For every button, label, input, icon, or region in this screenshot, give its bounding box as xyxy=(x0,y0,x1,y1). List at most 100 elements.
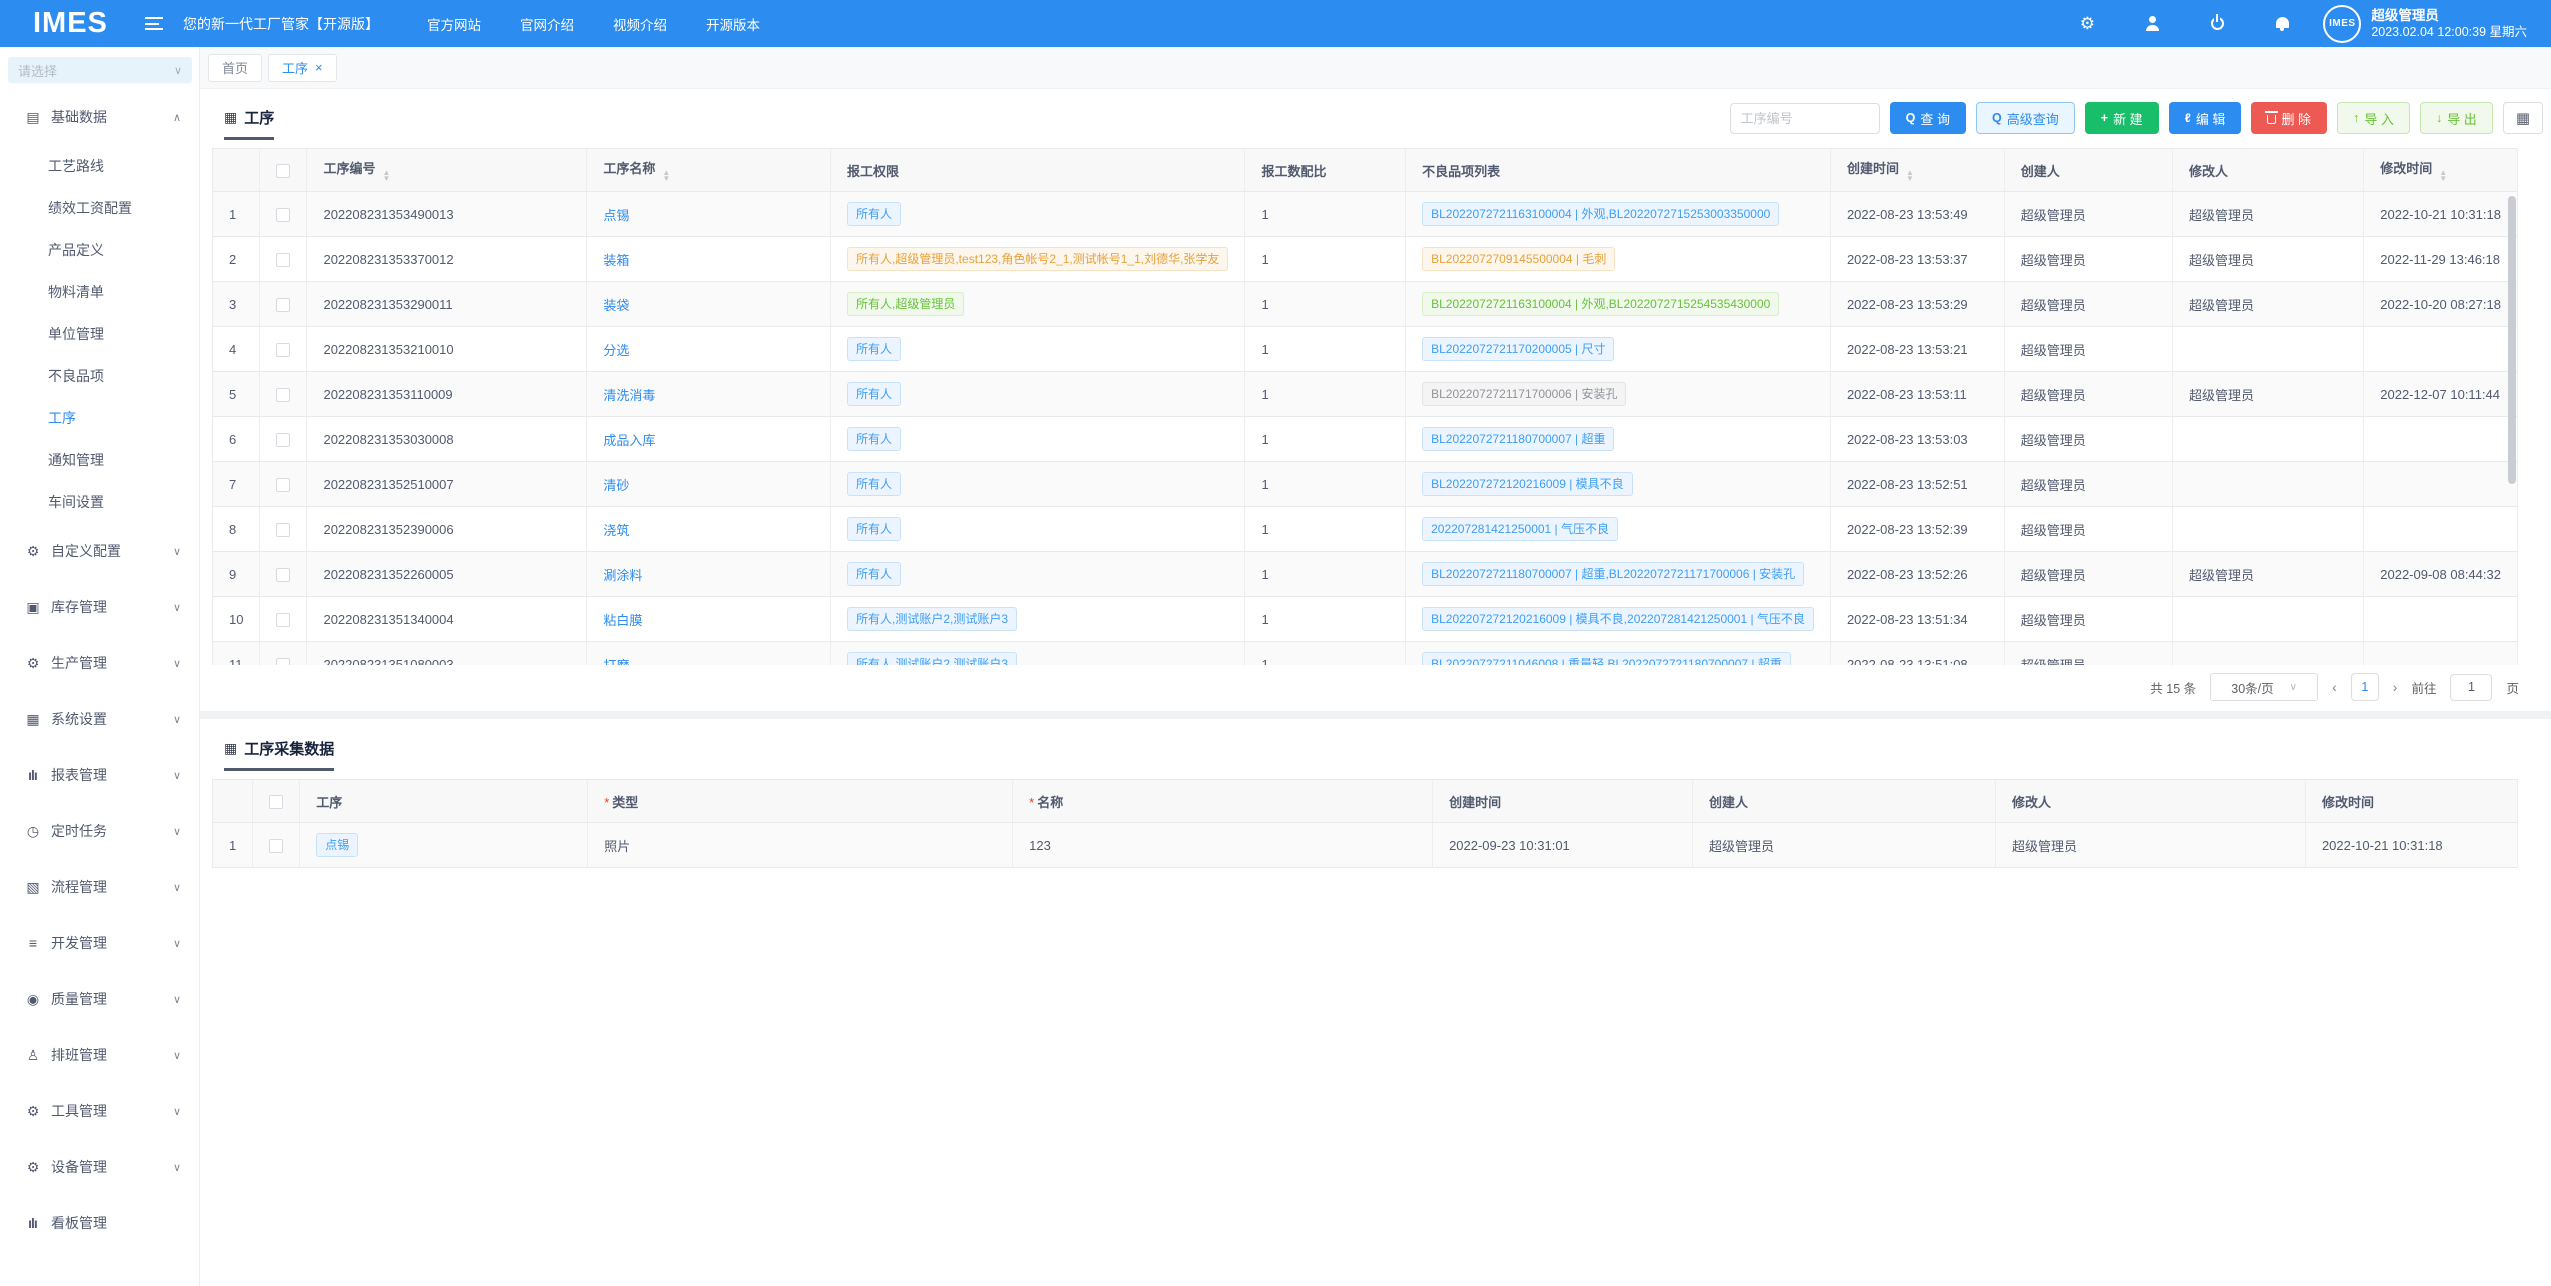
sidebar-item-label: 基础数据 xyxy=(51,107,107,127)
sidebar-item[interactable]: ▤基础数据∧ xyxy=(0,89,199,145)
bar-chart-icon: ılı xyxy=(24,1215,41,1231)
chevron-down-icon: ∨ xyxy=(173,1161,181,1174)
sidebar-item[interactable]: ◉质量管理∨ xyxy=(0,971,199,1027)
close-icon[interactable]: × xyxy=(315,61,323,74)
search-input[interactable] xyxy=(1730,103,1880,134)
导出-button[interactable]: ↓导 出 xyxy=(2420,102,2493,134)
sidebar-item[interactable]: ♙排班管理∨ xyxy=(0,1027,199,1083)
sidebar-item[interactable]: ⚙自定义配置∨ xyxy=(0,523,199,579)
defect-list-tag: BL2022072721180700007 | 超重 xyxy=(1422,427,1614,451)
sidebar-subitem[interactable]: 产品定义 xyxy=(0,229,199,271)
row-checkbox[interactable] xyxy=(276,253,290,267)
prev-page-button[interactable]: ‹ xyxy=(2332,679,2337,695)
sidebar-item[interactable]: ▣库存管理∨ xyxy=(0,579,199,635)
sidebar-item[interactable]: ▧流程管理∨ xyxy=(0,859,199,915)
user-button[interactable] xyxy=(2141,13,2163,35)
process-name-link[interactable]: 打磨 xyxy=(603,658,629,666)
defect-list-tag: BL2022072721170200005 | 尺寸 xyxy=(1422,337,1614,361)
power-button[interactable] xyxy=(2206,13,2228,35)
sidebar-subitem[interactable]: 物料清单 xyxy=(0,271,199,313)
删除-button[interactable]: 删 除 xyxy=(2251,102,2327,134)
process-name-link[interactable]: 分选 xyxy=(603,343,629,358)
process-name-link[interactable]: 装袋 xyxy=(603,298,629,313)
process-name-link[interactable]: 点锡 xyxy=(603,208,629,223)
process-name-link[interactable]: 粘白膜 xyxy=(603,613,642,628)
sidebar-select[interactable]: 请选择 ∨ xyxy=(8,57,192,83)
sidebar-item-label: 库存管理 xyxy=(51,597,107,617)
row-checkbox[interactable] xyxy=(276,208,290,222)
sidebar-item[interactable]: ▦系统设置∨ xyxy=(0,691,199,747)
select-all-checkbox[interactable] xyxy=(269,795,283,809)
新建-button[interactable]: +新 建 xyxy=(2085,102,2159,134)
sidebar-subitem[interactable]: 通知管理 xyxy=(0,439,199,481)
hamburger-menu-icon[interactable] xyxy=(145,17,163,30)
row-checkbox[interactable] xyxy=(276,658,290,665)
高级查询-button[interactable]: Q高级查询 xyxy=(1976,102,2075,134)
select-all-checkbox[interactable] xyxy=(276,164,290,178)
goto-page-input[interactable] xyxy=(2450,674,2492,701)
bell-button[interactable] xyxy=(2271,13,2293,35)
column-settings-button[interactable]: ▦ xyxy=(2503,102,2543,134)
sort-icon[interactable]: ▲▼ xyxy=(382,170,390,183)
sidebar-item[interactable]: ⚙设备管理∨ xyxy=(0,1139,199,1195)
row-checkbox[interactable] xyxy=(269,839,283,853)
tab-home[interactable]: 首页 xyxy=(208,54,262,82)
row-checkbox[interactable] xyxy=(276,388,290,402)
row-checkbox[interactable] xyxy=(276,343,290,357)
sidebar-subitem[interactable]: 车间设置 xyxy=(0,481,199,523)
row-checkbox[interactable] xyxy=(276,523,290,537)
row-checkbox[interactable] xyxy=(276,568,290,582)
sidebar-subitem[interactable]: 单位管理 xyxy=(0,313,199,355)
tab-bar: 首页 工序 × xyxy=(200,47,2551,89)
gear-icon: ⚙ xyxy=(24,1103,41,1120)
编辑-button[interactable]: ℓ编 辑 xyxy=(2169,102,2242,134)
gear-button[interactable]: ⚙ xyxy=(2076,13,2098,35)
chevron-down-icon: ∨ xyxy=(174,64,182,77)
avatar[interactable]: IMES xyxy=(2323,5,2361,43)
row-checkbox[interactable] xyxy=(276,478,290,492)
row-checkbox[interactable] xyxy=(276,298,290,312)
sort-icon[interactable]: ▲▼ xyxy=(1906,170,1914,183)
row-checkbox[interactable] xyxy=(276,613,290,627)
row-checkbox[interactable] xyxy=(276,433,290,447)
导入-button[interactable]: ↑导 入 xyxy=(2337,102,2410,134)
table-scrollbar[interactable] xyxy=(2508,196,2516,484)
data-table: 工序编号▲▼工序名称▲▼报工权限报工数配比不良品项列表创建时间▲▼创建人修改人修… xyxy=(212,148,2518,665)
查询-button[interactable]: Q查 询 xyxy=(1890,102,1966,134)
nav-link[interactable]: 官网介绍 xyxy=(520,14,574,34)
sidebar-subitem[interactable]: 不良品项 xyxy=(0,355,199,397)
table-row: 7202208231352510007清砂所有人1BL2022072721202… xyxy=(213,462,2518,507)
user-info: 超级管理员 2023.02.04 12:00:39 星期六 xyxy=(2371,7,2527,41)
tab-process[interactable]: 工序 × xyxy=(268,54,337,82)
process-name-link[interactable]: 清洗消毒 xyxy=(603,388,655,403)
sidebar-item[interactable]: ⚙工具管理∨ xyxy=(0,1083,199,1139)
nav-link[interactable]: 视频介绍 xyxy=(613,14,667,34)
page-size-select[interactable]: 30条/页 ∨ xyxy=(2210,673,2318,701)
sidebar-item[interactable]: ılı报表管理∨ xyxy=(0,747,199,803)
nav-link[interactable]: 官方网站 xyxy=(427,14,481,34)
sort-icon[interactable]: ▲▼ xyxy=(2439,170,2447,183)
sidebar-subitem[interactable]: 工艺路线 xyxy=(0,145,199,187)
process-name-link[interactable]: 成品入库 xyxy=(603,433,655,448)
sidebar-subitem[interactable]: 工序 xyxy=(0,397,199,439)
column-header-label: 报工数配比 xyxy=(1261,164,1326,179)
next-page-button[interactable]: › xyxy=(2393,679,2398,695)
process-name-link[interactable]: 涮涂料 xyxy=(603,568,642,583)
sidebar-item-label: 系统设置 xyxy=(51,709,107,729)
user-name: 超级管理员 xyxy=(2371,7,2527,25)
process-name-link[interactable]: 清砂 xyxy=(603,478,629,493)
process-name-link[interactable]: 装箱 xyxy=(603,253,629,268)
grid-icon: ▦ xyxy=(224,109,237,126)
sidebar-subitem[interactable]: 绩效工资配置 xyxy=(0,187,199,229)
process-panel-title: ▦ 工序 xyxy=(224,107,274,140)
sort-icon[interactable]: ▲▼ xyxy=(662,170,670,183)
nav-link[interactable]: 开源版本 xyxy=(706,14,760,34)
sidebar-item[interactable]: ⚙生产管理∨ xyxy=(0,635,199,691)
sidebar-item[interactable]: ≡开发管理∨ xyxy=(0,915,199,971)
sidebar-item[interactable]: ◷定时任务∨ xyxy=(0,803,199,859)
table-row: 1点锡照片1232022-09-23 10:31:01超级管理员超级管理员202… xyxy=(213,823,2518,868)
page-number[interactable]: 1 xyxy=(2351,673,2379,701)
process-name-link[interactable]: 浇筑 xyxy=(603,523,629,538)
sidebar-item-label: 质量管理 xyxy=(51,989,107,1009)
sidebar-item[interactable]: ılı看板管理 xyxy=(0,1195,199,1251)
